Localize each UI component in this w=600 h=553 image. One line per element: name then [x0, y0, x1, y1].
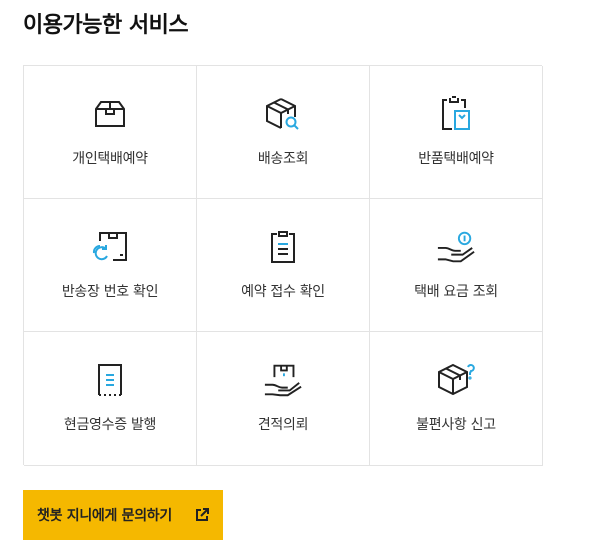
hand-coin-icon	[436, 227, 476, 267]
box-question-icon	[436, 360, 476, 400]
service-label: 반송장 번호 확인	[61, 284, 159, 300]
service-return-invoice-check[interactable]: 반송장 번호 확인	[24, 199, 197, 332]
service-label: 현금영수증 발행	[63, 417, 157, 433]
service-complaint-report[interactable]: 불편사항 신고	[370, 332, 543, 466]
service-quote-request[interactable]: 견적의뢰	[197, 332, 370, 466]
service-return-booking[interactable]: 반품택배예약	[370, 66, 543, 199]
service-label: 견적의뢰	[257, 417, 309, 433]
service-cash-receipt[interactable]: 현금영수증 발행	[24, 332, 197, 466]
service-label: 예약 접수 확인	[241, 284, 325, 300]
box-icon	[90, 94, 130, 134]
return-clipboard-icon	[436, 94, 476, 134]
clipboard-check-icon	[263, 227, 303, 267]
service-tracking[interactable]: 배송조회	[197, 66, 370, 199]
section-title: 이용가능한 서비스	[23, 13, 189, 38]
chatbot-button-label: 챗봇 지니에게 문의하기	[37, 508, 172, 524]
receipt-icon	[90, 360, 130, 400]
service-label: 개인택배예약	[72, 151, 148, 167]
service-reservation-check[interactable]: 예약 접수 확인	[197, 199, 370, 332]
service-label: 반품택배예약	[418, 151, 494, 167]
service-label: 불편사항 신고	[416, 417, 496, 433]
service-label: 택배 요금 조회	[414, 284, 498, 300]
service-personal-delivery[interactable]: 개인택배예약	[24, 66, 197, 199]
service-label: 배송조회	[257, 151, 309, 167]
box-search-icon	[263, 94, 303, 134]
service-grid: 개인택배예약 배송조회 반품택배예약 반송장 번호 확인 예약 접수 확인 택배…	[23, 65, 543, 466]
hand-box-icon	[263, 360, 303, 400]
external-link-icon	[195, 508, 209, 522]
refresh-invoice-icon	[90, 227, 130, 267]
service-rate-inquiry[interactable]: 택배 요금 조회	[370, 199, 543, 332]
chatbot-inquiry-button[interactable]: 챗봇 지니에게 문의하기	[23, 490, 223, 540]
